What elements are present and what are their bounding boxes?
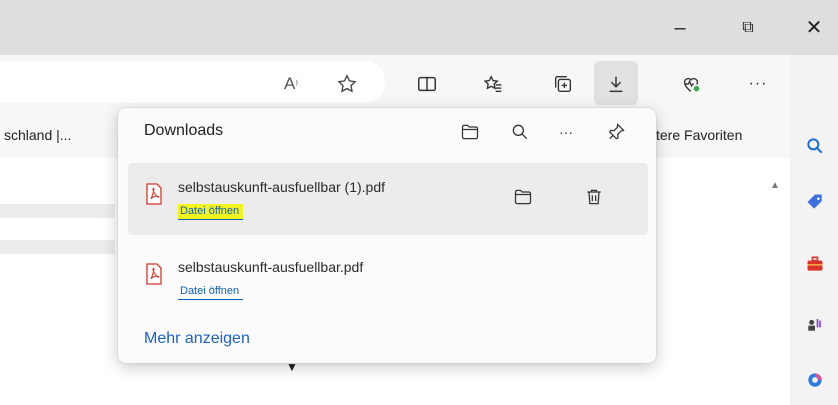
search-icon[interactable] — [804, 135, 826, 157]
read-aloud-sup: ⁾ — [295, 78, 299, 91]
minimize-button[interactable]: – — [666, 14, 694, 42]
search-icon[interactable] — [508, 120, 532, 144]
restore-button[interactable]: ⧉ — [734, 14, 762, 42]
pin-icon[interactable] — [604, 120, 628, 144]
split-screen-icon[interactable] — [412, 69, 442, 99]
browser-toolbar: A ⁾ ··· — [0, 55, 838, 110]
address-bar[interactable] — [0, 61, 385, 103]
close-button[interactable]: ✕ — [800, 14, 828, 42]
read-aloud-glyph: A — [283, 74, 296, 93]
download-item[interactable]: selbstauskunft-ausfuellbar.pdf Datei öff… — [128, 243, 648, 315]
more-icon[interactable]: ··· — [554, 120, 578, 144]
tools-icon[interactable] — [804, 253, 826, 275]
favorite-item[interactable]: schland |... — [4, 127, 71, 143]
edge-sidebar — [790, 55, 838, 405]
pdf-file-icon — [146, 263, 162, 285]
pdf-file-icon — [146, 183, 162, 205]
scroll-up-icon[interactable]: ▲ — [770, 180, 780, 191]
favorite-star-icon[interactable] — [332, 69, 362, 99]
content-strip — [0, 204, 115, 218]
open-file-link[interactable]: Datei öffnen — [178, 204, 244, 220]
delete-icon[interactable] — [582, 185, 606, 209]
office-icon[interactable] — [804, 369, 826, 391]
downloads-title: Downloads — [144, 122, 224, 139]
download-filename: selbstauskunft-ausfuellbar (1).pdf — [178, 179, 385, 195]
games-icon[interactable] — [804, 313, 826, 335]
content-strip — [0, 240, 115, 254]
open-file-link[interactable]: Datei öffnen — [178, 284, 244, 300]
download-filename: selbstauskunft-ausfuellbar.pdf — [178, 259, 364, 275]
open-folder-icon[interactable] — [458, 120, 482, 144]
downloads-icon[interactable] — [601, 69, 631, 99]
collections-icon[interactable] — [548, 69, 578, 99]
downloads-panel: Downloads ··· selbstauskunft-ausfuellbar… — [118, 108, 656, 363]
browser-essentials-icon[interactable] — [676, 69, 706, 99]
shopping-tag-icon[interactable] — [804, 191, 826, 213]
download-item[interactable]: selbstauskunft-ausfuellbar (1).pdf Datei… — [128, 163, 648, 235]
favorites-icon[interactable] — [478, 69, 508, 99]
show-in-folder-icon[interactable] — [511, 185, 535, 209]
other-favorites[interactable]: tere Favoriten — [656, 127, 742, 143]
more-icon[interactable]: ··· — [743, 69, 773, 99]
title-bar: – ⧉ ✕ — [0, 0, 838, 55]
read-aloud-icon[interactable]: A ⁾ — [276, 69, 306, 99]
show-more-link[interactable]: Mehr anzeigen — [144, 330, 250, 348]
